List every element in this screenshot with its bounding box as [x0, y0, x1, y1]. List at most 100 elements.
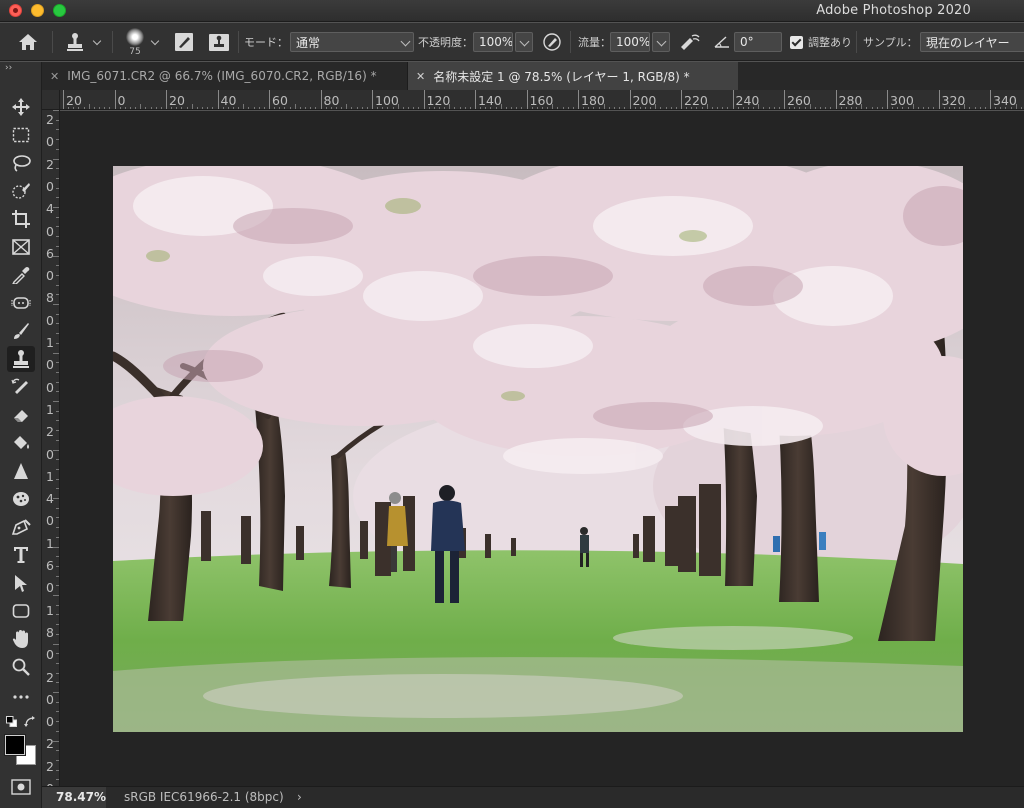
path-selection-tool-icon	[15, 575, 27, 592]
status-menu-arrow-icon[interactable]: ›	[297, 790, 302, 804]
clone-stamp-icon	[67, 33, 83, 51]
flow-dropdown-button[interactable]	[652, 32, 670, 52]
marquee-tool[interactable]	[7, 122, 35, 148]
ruler-label: 280	[838, 93, 863, 108]
lasso-tool-icon	[13, 155, 31, 172]
zoom-tool[interactable]	[7, 654, 35, 680]
ruler-minor-tick	[135, 107, 137, 109]
ruler-minor-tick	[825, 107, 827, 109]
frame-tool[interactable]	[7, 234, 35, 260]
airbrush-button[interactable]	[678, 23, 702, 61]
mode-select[interactable]: 通常	[290, 32, 414, 52]
opacity-dropdown-button[interactable]	[515, 32, 533, 52]
ruler-minor-tick	[56, 323, 59, 325]
ruler-tick	[114, 90, 116, 109]
ruler-minor-tick	[88, 104, 90, 109]
document-tab-img-6071[interactable]: ✕ IMG_6071.CR2 @ 66.7% (IMG_6070.CR2, RG…	[42, 62, 408, 90]
ruler-minor-tick	[53, 740, 59, 742]
ruler-minor-tick	[469, 107, 471, 109]
history-brush-tool[interactable]	[7, 374, 35, 400]
ruler-origin[interactable]	[42, 90, 60, 110]
ruler-label: 1	[46, 335, 54, 350]
angle-icon	[714, 36, 729, 48]
horizontal-ruler[interactable]: 20 0 20 40 60 80 100 120 140 160 180 200 220 240 260 28…	[60, 90, 1024, 110]
clone-source-icon	[209, 34, 229, 51]
sharpen-tool[interactable]	[7, 458, 35, 484]
ruler-minor-tick	[56, 653, 59, 655]
tab-label: IMG_6071.CR2 @ 66.7% (IMG_6070.CR2, RGB/…	[67, 69, 377, 83]
ruler-minor-tick	[248, 107, 250, 109]
document-tab-untitled-1[interactable]: ✕ 名称未設定 1 @ 78.5% (レイヤー 1, RGB/8) *	[408, 62, 738, 90]
edit-toolbar-button[interactable]	[7, 684, 35, 710]
ruler-minor-tick	[366, 107, 368, 109]
ruler-minor-tick	[150, 107, 152, 109]
paint-bucket-tool[interactable]	[7, 430, 35, 456]
panel-collapse-button[interactable]: ››	[0, 62, 42, 90]
close-icon[interactable]: ✕	[50, 70, 59, 83]
ruler-minor-tick	[402, 107, 404, 109]
flow-input[interactable]: 100%	[610, 32, 650, 52]
status-bar: 78.47% sRGB IEC61966-2.1 (8bpc) ›	[42, 786, 1024, 808]
ruler-minor-tick	[614, 107, 616, 109]
pressure-opacity-button[interactable]	[542, 23, 562, 61]
ruler-minor-tick	[56, 284, 59, 286]
ruler-minor-tick	[56, 614, 59, 616]
chevron-down-icon[interactable]	[150, 36, 160, 45]
opacity-input[interactable]: 100%	[473, 32, 513, 52]
type-tool[interactable]	[7, 542, 35, 568]
default-colors-button[interactable]	[6, 716, 17, 727]
crop-tool-icon	[12, 210, 30, 228]
ruler-minor-tick	[56, 265, 59, 267]
ruler-minor-tick	[516, 107, 518, 109]
ruler-tick	[526, 90, 528, 109]
ruler-minor-tick	[56, 488, 59, 490]
hand-tool[interactable]	[7, 626, 35, 652]
zoom-level-field[interactable]: 78.47%	[42, 787, 106, 808]
sponge-tool[interactable]	[7, 486, 35, 512]
clone-stamp-tool[interactable]	[7, 346, 35, 372]
edit-toolbar-icon	[13, 695, 29, 699]
ruler-minor-tick	[305, 107, 307, 109]
ruler-minor-tick	[53, 498, 59, 499]
document-image[interactable]	[113, 166, 963, 732]
crop-tool[interactable]	[7, 206, 35, 232]
vertical-ruler[interactable]: 20204060801001201401601802002202	[42, 110, 60, 786]
ruler-minor-tick	[356, 107, 358, 109]
quick-select-tool[interactable]	[7, 178, 35, 204]
ruler-minor-tick	[56, 527, 59, 529]
ruler-minor-tick	[56, 585, 59, 587]
ruler-label: 1	[46, 468, 54, 484]
ruler-label: 2	[46, 758, 54, 774]
quick-mask-button[interactable]	[11, 779, 31, 798]
type-tool-icon	[14, 547, 28, 563]
swap-colors-icon	[24, 716, 35, 727]
angle-input[interactable]: 0°	[734, 32, 782, 52]
home-button[interactable]	[18, 23, 38, 61]
brush-preset-picker[interactable]: 75	[120, 23, 150, 61]
eyedropper-tool[interactable]	[7, 262, 35, 288]
clone-source-button[interactable]	[208, 23, 230, 61]
pen-tool[interactable]	[7, 514, 35, 540]
brush-settings-button[interactable]	[174, 23, 194, 61]
chevron-down-icon	[92, 36, 102, 45]
eraser-tool[interactable]	[7, 402, 35, 428]
ruler-minor-tick	[56, 759, 59, 761]
move-tool[interactable]	[7, 94, 35, 120]
swap-colors-button[interactable]	[24, 716, 36, 728]
foreground-color-swatch[interactable]	[4, 734, 26, 756]
ruler-tick	[784, 90, 785, 109]
path-selection-tool[interactable]	[7, 570, 35, 596]
rectangle-tool[interactable]	[7, 598, 35, 624]
brush-tool[interactable]	[7, 318, 35, 344]
tool-preset-picker[interactable]	[66, 23, 102, 61]
ruler-minor-tick	[933, 107, 935, 109]
brush-settings-icon	[175, 33, 193, 51]
canvas-area[interactable]	[60, 111, 1024, 786]
sample-select[interactable]: 現在のレイヤー	[920, 32, 1024, 52]
lasso-tool[interactable]	[7, 150, 35, 176]
aligned-checkbox[interactable]: 調整あり	[790, 23, 852, 61]
ruler-minor-tick	[56, 517, 59, 519]
healing-brush-tool[interactable]	[7, 290, 35, 316]
ruler-minor-tick	[53, 401, 59, 402]
close-icon[interactable]: ✕	[416, 70, 425, 83]
